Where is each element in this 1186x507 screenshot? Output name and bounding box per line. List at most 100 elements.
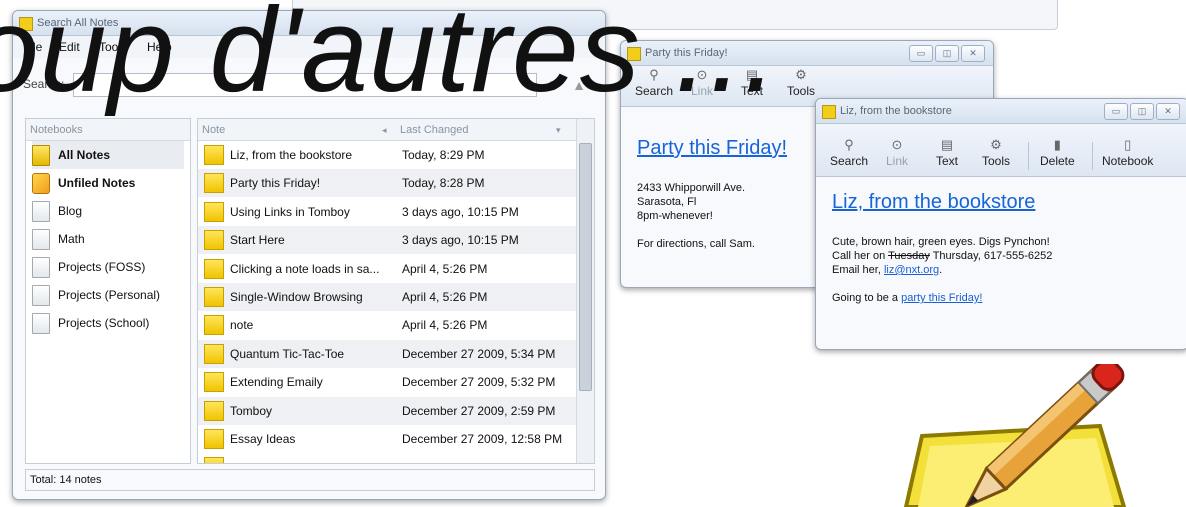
note-link[interactable]: party this Friday! — [901, 292, 982, 304]
note-title-cell: Extending Emaily — [230, 375, 323, 390]
minimize-button[interactable]: ▭ — [1104, 103, 1128, 120]
note-icon — [822, 105, 836, 119]
tomboy-logo-icon — [903, 364, 1127, 507]
liz-note-window: Liz, from the bookstore ▭ ◫ ✕ ⚲ Search ⊙ L… — [815, 98, 1186, 350]
note-row[interactable]: Essay Ideas December 27 2009, 12:58 PM — [198, 425, 576, 453]
email-link[interactable]: liz@nxt.org — [884, 264, 939, 276]
link-icon: ⊙ — [891, 137, 903, 152]
notebook-label: Projects (School) — [58, 316, 150, 330]
text-icon: ▤ — [940, 137, 954, 152]
notebook-label: Projects (FOSS) — [58, 260, 146, 274]
minimize-button[interactable]: ▭ — [909, 45, 933, 62]
last-changed-cell: December 27 2009, 5:34 PM — [402, 346, 556, 361]
notebook-icon — [32, 313, 50, 334]
note-title[interactable]: Party this Friday! — [637, 137, 787, 160]
note-body[interactable]: Cute, brown hair, green eyes. Digs Pynch… — [832, 235, 1052, 305]
notebook-label: All Notes — [58, 148, 111, 162]
note-text: Call her on — [832, 250, 889, 262]
note-icon — [204, 145, 224, 165]
note-title-cell: note — [230, 318, 254, 333]
notebook-icon — [32, 285, 50, 306]
tools-icon: ⚙ — [990, 137, 1002, 152]
text-button-label: Text — [936, 154, 959, 168]
note-line: 2433 Whipporwill Ave. — [637, 182, 746, 194]
tools-icon: ⚙ — [795, 67, 807, 82]
maximize-button[interactable]: ◫ — [1130, 103, 1154, 120]
notebook-item[interactable]: Projects (School) — [32, 309, 184, 337]
tools-button[interactable]: ⚙ Tools — [982, 137, 1010, 169]
notebooks-header[interactable]: Notebooks — [26, 119, 190, 141]
column-menu-icon[interactable]: ▾ — [556, 119, 561, 141]
note-row[interactable]: Using Links in Tomboy 3 days ago, 10:15 P… — [198, 198, 576, 226]
notebook-icon — [32, 257, 50, 278]
note-row[interactable]: note April 4, 5:26 PM — [198, 311, 576, 339]
notebook-item[interactable]: Projects (Personal) — [32, 281, 184, 309]
note-row[interactable]: Liz, from the bookstore Today, 8:29 PM — [198, 141, 576, 169]
last-changed-cell: April 4, 5:26 PM — [402, 318, 488, 333]
toolbar-separator — [1092, 142, 1093, 170]
note-icon — [204, 315, 224, 336]
notebook-label: Math — [58, 232, 85, 246]
maximize-button[interactable]: ◫ — [935, 45, 959, 62]
note-row[interactable]: Start Here 3 days ago, 10:15 PM — [198, 226, 576, 255]
notebook-item[interactable]: Projects (FOSS) — [32, 253, 184, 281]
note-line: 8pm-whenever! — [637, 210, 713, 222]
note-text: Email her, — [832, 264, 884, 276]
toolbar-separator — [1028, 142, 1029, 170]
note-title-cell: Quantum Tic-Tac-Toe — [230, 346, 345, 361]
unfiled-notes-icon — [32, 173, 50, 194]
notebook-item[interactable]: Math — [32, 225, 184, 253]
close-button[interactable]: ✕ — [1156, 103, 1180, 120]
note-icon — [204, 287, 224, 307]
search-button[interactable]: ⚲ Search — [830, 137, 869, 169]
note-row[interactable]: Clicking a note loads in sa... April 4, 5… — [198, 255, 576, 283]
link-button[interactable]: ⊙ Link — [886, 137, 909, 169]
text-button[interactable]: ▤ Text — [936, 137, 959, 169]
liz-window-titlebar[interactable]: Liz, from the bookstore ▭ ◫ ✕ — [816, 99, 1186, 124]
scrollbar-thumb[interactable] — [579, 143, 592, 391]
close-button[interactable]: ✕ — [961, 45, 985, 62]
note-title-cell: Using Links in Tomboy — [230, 204, 350, 219]
note-title[interactable]: Liz, from the bookstore — [832, 191, 1035, 214]
notes-scrollbar[interactable] — [576, 119, 594, 463]
link-button-label: Link — [886, 154, 909, 168]
notebook-button[interactable]: ▯ Notebook — [1102, 138, 1153, 169]
note-body[interactable]: 2433 Whipporwill Ave. Sarasota, Fl 8pm-w… — [637, 181, 755, 251]
note-row[interactable]: Quantum Tic-Tac-Toe December 27 2009, 5:3… — [198, 339, 576, 368]
column-note[interactable]: Note — [202, 119, 225, 141]
last-changed-cell: 3 days ago, 10:15 PM — [402, 204, 519, 219]
delete-button-label: Delete — [1040, 154, 1075, 168]
note-title-cell: Start Here — [230, 233, 285, 248]
notebook-item[interactable]: All Notes — [32, 141, 184, 169]
trash-icon: ▮ — [1053, 137, 1061, 152]
delete-button[interactable]: ▮ Delete — [1040, 137, 1075, 169]
note-icon — [204, 429, 224, 449]
search-icon: ⚲ — [844, 137, 854, 152]
tools-button[interactable]: ⚙ Tools — [787, 67, 815, 99]
note-icon — [204, 343, 224, 364]
note-text: Thursday, 617-555-6252 — [929, 250, 1053, 262]
last-changed-cell: April 4, 5:26 PM — [402, 261, 488, 276]
notebook-item[interactable]: Blog — [32, 197, 184, 225]
note-line: Email her, liz@nxt.org. — [832, 263, 1052, 277]
notebook-label: Blog — [58, 204, 83, 218]
notebooks-panel: Notebooks All Notes Unfiled Notes Blog Math… — [25, 118, 191, 464]
last-changed-cell: 3 days ago, 10:15 PM — [402, 233, 519, 248]
note-row[interactable]: Extending Emaily December 27 2009, 5:32 P… — [198, 368, 576, 396]
total-notes-count: Total: 14 notes — [30, 474, 102, 486]
note-title-cell: Essay Ideas — [230, 432, 296, 446]
note-line: Sarasota, Fl — [637, 196, 697, 208]
search-button-label: Search — [830, 154, 869, 168]
note-title-cell: Party this Friday! — [230, 176, 321, 191]
note-row[interactable]: Tomboy December 27 2009, 2:59 PM — [198, 396, 576, 425]
notebook-item[interactable]: Unfiled Notes — [32, 169, 184, 197]
sort-arrow-icon: ◂ — [382, 125, 387, 135]
note-blank-line — [832, 277, 1052, 291]
last-changed-cell: Today, 8:29 PM — [402, 148, 485, 162]
struck-text: Tuesday — [888, 250, 930, 262]
note-row[interactable]: Party this Friday! Today, 8:28 PM — [198, 169, 576, 198]
note-title-cell: Tomboy — [230, 403, 273, 418]
note-row[interactable] — [198, 453, 576, 463]
note-row[interactable]: Single-Window Browsing April 4, 5:26 PM — [198, 283, 576, 311]
column-last-changed[interactable]: Last Changed — [400, 119, 469, 141]
